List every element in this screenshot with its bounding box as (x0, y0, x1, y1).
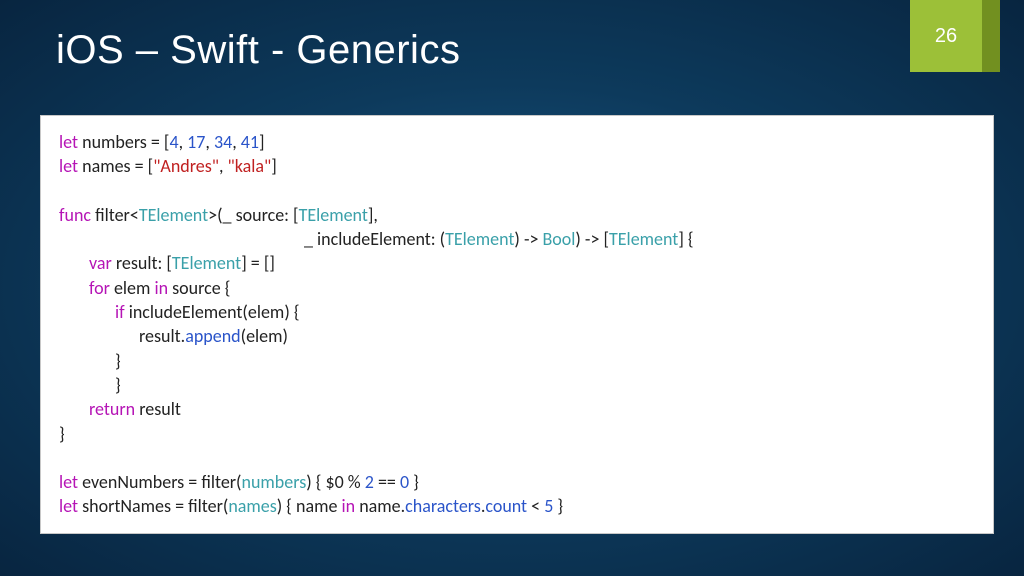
code-line: let evenNumbers = filter(numbers) { $0 %… (59, 470, 975, 494)
code-line (59, 179, 975, 203)
code-line: } (59, 373, 975, 397)
code-line (59, 446, 975, 470)
code-line: let names = ["Andres", "kala"] (59, 154, 975, 178)
code-line: for elem in source { (59, 276, 975, 300)
code-line: if includeElement(elem) { (59, 300, 975, 324)
code-line: let numbers = [4, 17, 34, 41] (59, 130, 975, 154)
code-line: let shortNames = filter(names) { name in… (59, 494, 975, 518)
code-line: _ includeElement: (TElement) -> Bool) ->… (59, 227, 975, 251)
page-number-tab: 26 (910, 0, 982, 72)
slide-title: iOS – Swift - Generics (0, 0, 1024, 73)
code-line: result.append(elem) (59, 324, 975, 348)
code-line: } (59, 349, 975, 373)
code-line: return result (59, 397, 975, 421)
code-line: var result: [TElement] = [] (59, 251, 975, 275)
kw-let: let (59, 131, 78, 153)
code-line: func filter<TElement>(_ source: [TElemen… (59, 203, 975, 227)
code-panel: let numbers = [4, 17, 34, 41] let names … (40, 115, 994, 534)
code-line: } (59, 422, 975, 446)
page-number: 26 (935, 25, 957, 48)
